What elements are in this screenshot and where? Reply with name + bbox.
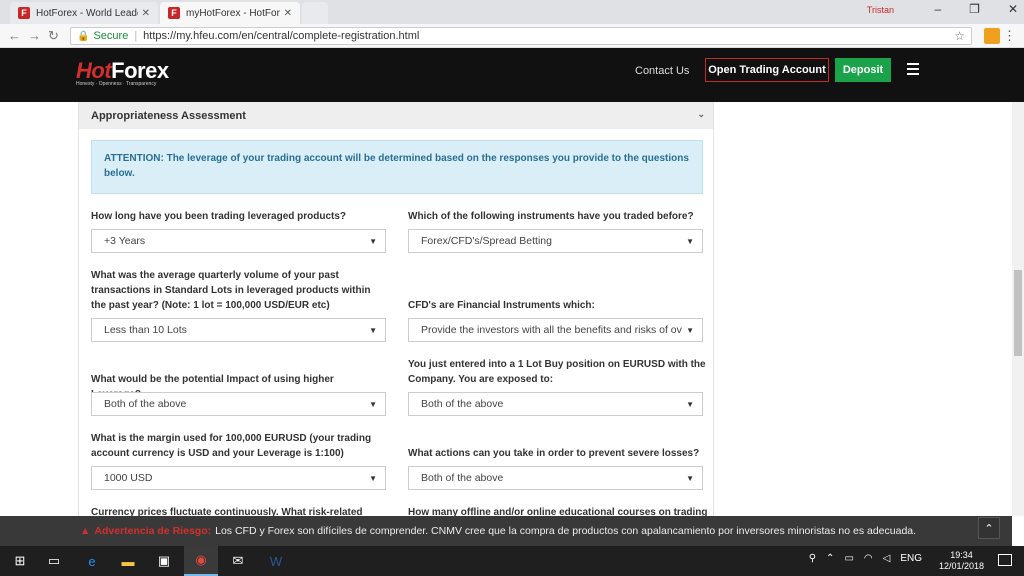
dropdown-arrow-icon: ▼ (686, 326, 694, 335)
leverage-impact-select[interactable]: Both of the above ▼ (91, 392, 386, 416)
question-label: Which of the following instruments have … (408, 211, 694, 222)
tab-title: HotForex - World Leade (36, 7, 138, 19)
secure-label: Secure (93, 30, 129, 42)
dropdown-arrow-icon: ▼ (369, 326, 377, 335)
wifi-icon[interactable]: ◠ (864, 553, 873, 564)
clock-date: 12/01/2018 (938, 561, 984, 571)
url-text: https://my.hfeu.com/en/central/complete-… (143, 30, 420, 42)
divider: | (134, 30, 138, 42)
question-label: What actions can you take in order to pr… (408, 448, 700, 459)
word-icon[interactable]: W (266, 551, 286, 571)
tab-title: myHotForex - HotForex (186, 7, 280, 19)
hotforex-favicon-icon: F (18, 7, 30, 19)
question-label: What was the average quarterly volume of… (91, 270, 371, 311)
forward-icon[interactable]: → (28, 28, 41, 43)
battery-icon[interactable]: ▭ (844, 553, 853, 564)
store-icon[interactable]: ▣ (154, 551, 174, 571)
chrome-icon[interactable]: ◉ (184, 546, 218, 576)
hotforex-favicon-icon: F (168, 7, 180, 19)
page-content: Appropriateness Assessment ⌄ ATTENTION: … (0, 102, 1012, 516)
profile-name[interactable]: Tristan (867, 5, 894, 15)
cfd-definition-select[interactable]: Provide the investors with all the benef… (408, 318, 703, 342)
risk-warning-label: Advertencia de Riesgo: (94, 525, 212, 537)
question-label: How long have you been trading leveraged… (91, 211, 347, 222)
hamburger-menu-icon[interactable] (907, 63, 919, 75)
browser-tab-2[interactable]: F myHotForex - HotForex ✕ (160, 2, 300, 24)
open-trading-account-button[interactable]: Open Trading Account (705, 58, 829, 82)
system-clock[interactable]: 19:34 12/01/2018 (939, 550, 984, 572)
language-indicator[interactable]: ENG (900, 553, 922, 564)
restore-icon[interactable]: ❐ (969, 2, 980, 16)
people-icon[interactable]: ⚲ (809, 553, 816, 564)
risk-warning-bar: ▲ Advertencia de Riesgo: Los CFD y Forex… (0, 516, 1012, 546)
exposure-select[interactable]: Both of the above ▼ (408, 392, 703, 416)
minimize-icon[interactable]: – (934, 2, 941, 16)
page-scrollbar[interactable] (1012, 102, 1024, 516)
lock-icon: 🔒 (77, 30, 90, 42)
dropdown-arrow-icon: ▼ (369, 400, 377, 409)
dropdown-arrow-icon: ▼ (686, 474, 694, 483)
url-input[interactable]: 🔒 Secure | https://my.hfeu.com/en/centra… (70, 27, 972, 45)
browser-tab-bar: F HotForex - World Leade ✕ F myHotForex … (0, 0, 1024, 24)
address-bar-row: ← → ↻ 🔒 Secure | https://my.hfeu.com/en/… (0, 24, 1024, 48)
site-header: HotForex Honesty · Openness · Transparen… (0, 48, 1024, 102)
notification-center-icon[interactable] (998, 554, 1012, 566)
close-tab-icon[interactable]: ✕ (284, 8, 292, 19)
back-icon[interactable]: ← (8, 28, 21, 43)
contact-us-link[interactable]: Contact Us (635, 65, 689, 77)
new-tab-button[interactable] (302, 2, 328, 24)
scroll-to-top-button[interactable]: ⌃ (978, 517, 1000, 539)
assessment-panel: Appropriateness Assessment ⌄ ATTENTION: … (78, 102, 714, 516)
extension-icon[interactable] (984, 28, 1000, 44)
warning-icon: ▲ (80, 525, 91, 537)
reload-icon[interactable]: ↻ (48, 28, 59, 44)
close-window-icon[interactable]: ✕ (1008, 2, 1018, 16)
dropdown-arrow-icon: ▼ (369, 474, 377, 483)
prevent-losses-select[interactable]: Both of the above ▼ (408, 466, 703, 490)
deposit-button[interactable]: Deposit (835, 58, 891, 82)
mail-icon[interactable]: ✉ (228, 551, 248, 571)
question-label: Currency prices fluctuate continuously. … (91, 507, 363, 516)
attention-alert: ATTENTION: The leverage of your trading … (91, 140, 703, 194)
chevron-down-icon[interactable]: ⌄ (697, 109, 705, 120)
quarterly-volume-select[interactable]: Less than 10 Lots ▼ (91, 318, 386, 342)
browser-tab-1[interactable]: F HotForex - World Leade ✕ (10, 2, 158, 24)
volume-icon[interactable]: ◁ (883, 553, 891, 564)
section-title: Appropriateness Assessment (91, 109, 246, 122)
scrollbar-thumb[interactable] (1014, 270, 1022, 356)
question-label: CFD's are Financial Instruments which: (408, 300, 595, 311)
trading-experience-select[interactable]: +3 Years ▼ (91, 229, 386, 253)
show-hidden-icons-icon[interactable]: ⌃ (826, 553, 834, 564)
bookmark-star-icon[interactable]: ☆ (954, 29, 965, 43)
dropdown-arrow-icon: ▼ (686, 400, 694, 409)
question-label: How many offline and/or online education… (408, 507, 708, 516)
windows-start-icon[interactable]: ⊞ (10, 551, 30, 571)
instruments-traded-select[interactable]: Forex/CFD's/Spread Betting ▼ (408, 229, 703, 253)
dropdown-arrow-icon: ▼ (686, 237, 694, 246)
logo-tagline: Honesty · Openness · Transparency (76, 81, 157, 87)
clock-time: 19:34 (950, 550, 973, 560)
risk-warning-text: Los CFD y Forex son difíciles de compren… (215, 525, 917, 537)
task-view-icon[interactable]: ▭ (44, 551, 64, 571)
close-tab-icon[interactable]: ✕ (142, 8, 150, 19)
panel-header[interactable]: Appropriateness Assessment ⌄ (79, 102, 713, 129)
question-label: What is the margin used for 100,000 EURU… (91, 433, 372, 459)
browser-menu-icon[interactable]: ⋮ (1003, 28, 1016, 44)
dropdown-arrow-icon: ▼ (369, 237, 377, 246)
question-label: You just entered into a 1 Lot Buy positi… (408, 359, 706, 385)
windows-taskbar: ⊞ ▭ e ▬ ▣ ◉ ✉ W ⚲ ⌃ ▭ ◠ ◁ ENG 19:34 12/0… (0, 546, 1024, 576)
margin-select[interactable]: 1000 USD ▼ (91, 466, 386, 490)
edge-browser-icon[interactable]: e (82, 551, 102, 571)
file-explorer-icon[interactable]: ▬ (118, 551, 138, 571)
